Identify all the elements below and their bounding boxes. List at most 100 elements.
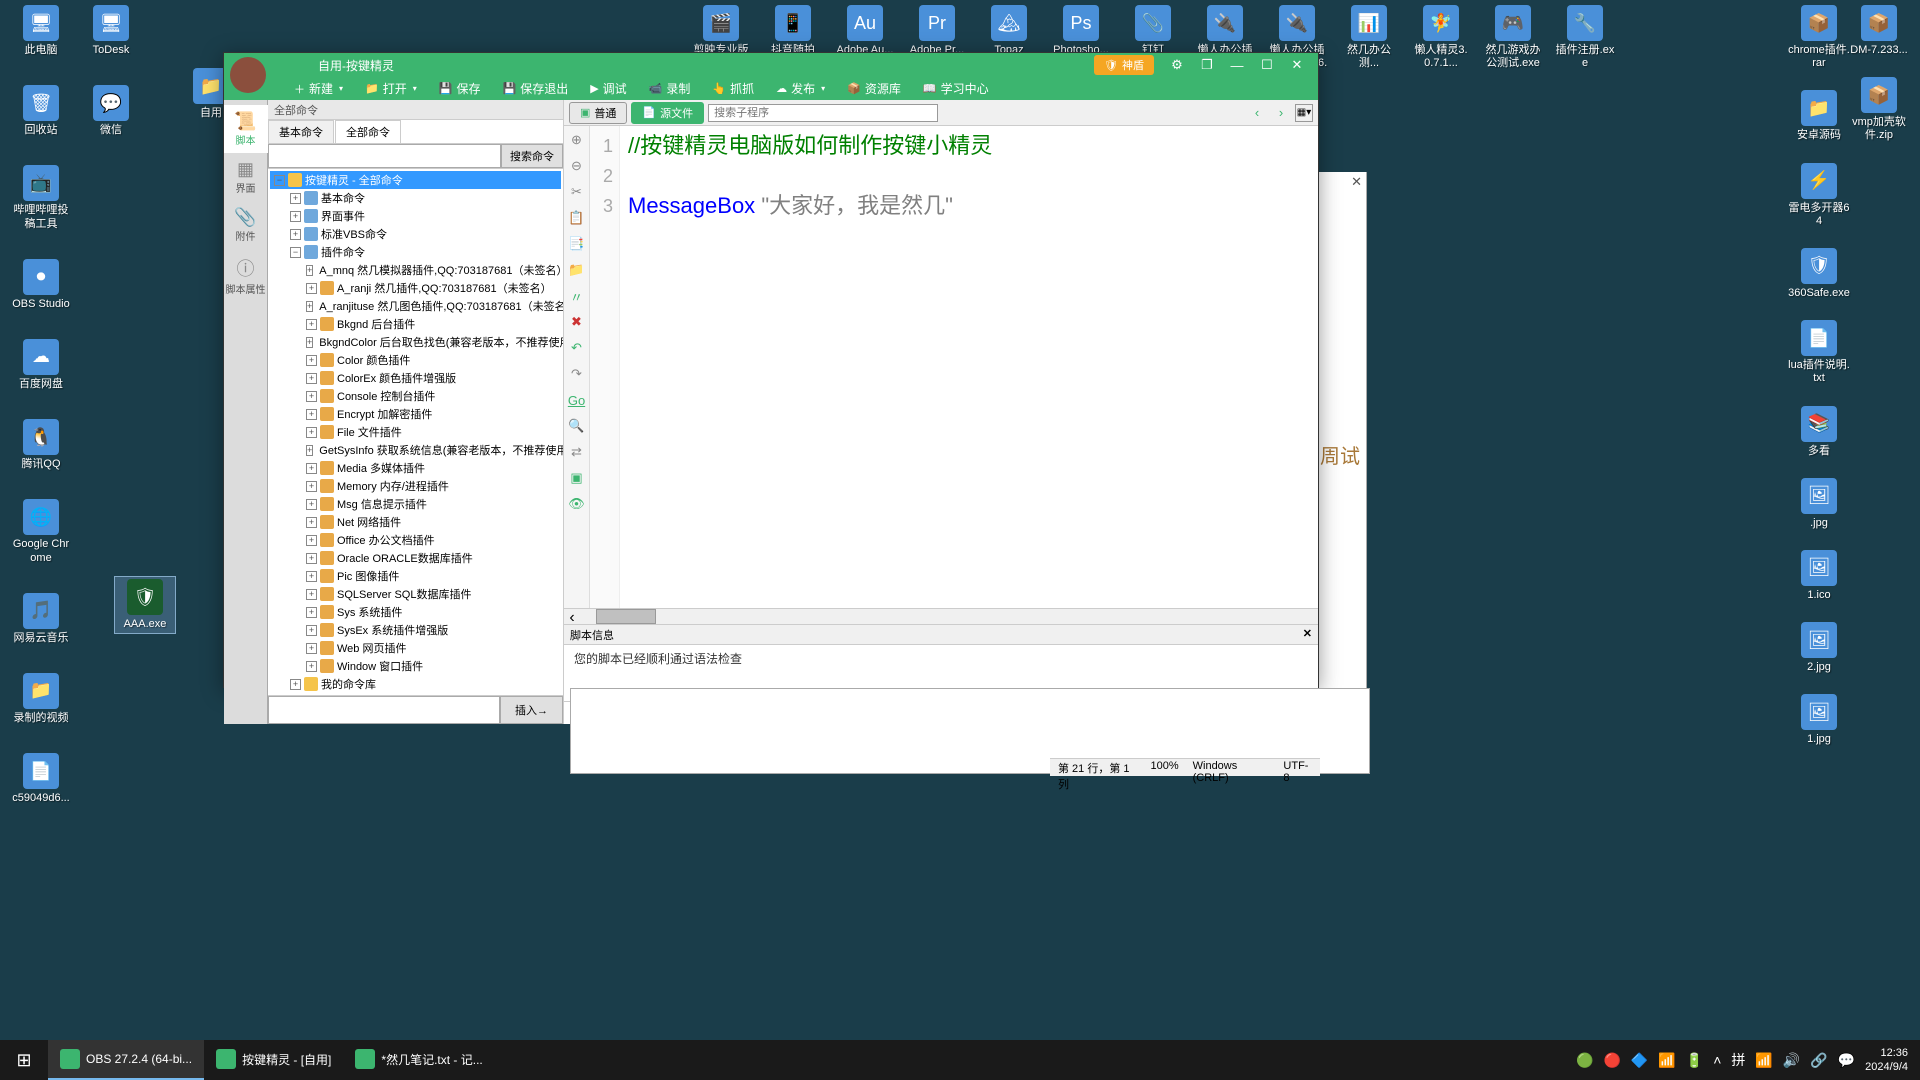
redo-icon[interactable]: ↷ <box>568 365 586 383</box>
tree-plugin[interactable]: +SQLServer SQL数据库插件 <box>270 585 561 603</box>
desktop-icon[interactable]: 📄c59049d6... <box>10 753 72 805</box>
learn-button[interactable]: 📖学习中心 <box>913 77 999 100</box>
expand-icon[interactable]: + <box>306 283 317 294</box>
close-icon[interactable]: ✕ <box>1351 174 1362 190</box>
taskbar-item[interactable]: *然几笔记.txt - 记... <box>343 1040 494 1080</box>
tool-icon[interactable]: 〃 <box>568 287 586 305</box>
expand-icon[interactable]: + <box>306 571 317 582</box>
tree-plugin-root[interactable]: − 插件命令 <box>270 243 561 261</box>
tree-plugin[interactable]: +A_ranjituse 然几图色插件,QQ:703187681（未签名） <box>270 297 561 315</box>
desktop-icon[interactable]: 🌐Google Chrome <box>10 499 72 564</box>
expand-icon[interactable]: + <box>306 427 317 438</box>
tree-plugin[interactable]: +Color 颜色插件 <box>270 351 561 369</box>
tree-plugin[interactable]: +Msg 信息提示插件 <box>270 495 561 513</box>
tree-mylib[interactable]: + 我的命令库 <box>270 675 561 693</box>
tray-icon[interactable]: 🔷 <box>1631 1052 1648 1069</box>
tool-icon[interactable]: ⊕ <box>568 131 586 149</box>
save-button[interactable]: 💾保存 <box>429 77 491 100</box>
tree-plugin[interactable]: +A_mnq 然几模拟器插件,QQ:703187681（未签名） <box>270 261 561 279</box>
expand-icon[interactable]: + <box>306 589 317 600</box>
tree-plugin[interactable]: +Net 网络插件 <box>270 513 561 531</box>
tree-plugin[interactable]: +Office 办公文档插件 <box>270 531 561 549</box>
desktop-icon[interactable]: 💬微信 <box>80 85 142 137</box>
tool-icon[interactable]: 📁 <box>568 261 586 279</box>
desktop-icon[interactable]: ☁百度网盘 <box>10 339 72 391</box>
tool-icon[interactable]: ✂ <box>568 183 586 201</box>
tree-plugin[interactable]: +Oracle ORACLE数据库插件 <box>270 549 561 567</box>
close-icon[interactable]: ✕ <box>1282 55 1312 75</box>
tree-category[interactable]: +标准VBS命令 <box>270 225 561 243</box>
open-button[interactable]: 📁打开▾ <box>355 77 427 100</box>
save-exit-button[interactable]: 💾保存退出 <box>492 77 578 100</box>
desktop-icon[interactable]: 🐧腾讯QQ <box>10 419 72 471</box>
notify-icon[interactable]: 💬 <box>1838 1052 1855 1069</box>
sidebar-item-script[interactable]: 📜脚本 <box>224 105 268 153</box>
desktop-icon[interactable]: 🖼1.jpg <box>1788 694 1850 746</box>
expand-icon[interactable]: + <box>306 337 313 348</box>
shield-badge[interactable]: 🛡 神盾 <box>1094 55 1154 75</box>
tree-plugin[interactable]: +Bkgnd 后台插件 <box>270 315 561 333</box>
expand-icon[interactable]: + <box>306 499 317 510</box>
desktop-icon[interactable]: 🧚懒人精灵3.0.7.1... <box>1410 5 1472 84</box>
collapse-icon[interactable]: − <box>274 175 285 186</box>
maximize-icon[interactable]: ☐ <box>1252 55 1282 75</box>
expand-icon[interactable]: + <box>306 301 313 312</box>
sync-icon[interactable]: 🔗 <box>1810 1052 1827 1069</box>
expand-icon[interactable]: + <box>306 373 317 384</box>
tree-plugin[interactable]: +GetSysInfo 获取系统信息(兼容老版本，不推荐使用) <box>270 441 561 459</box>
tool-icon[interactable]: ⊖ <box>568 157 586 175</box>
tree-plugin[interactable]: +File 文件插件 <box>270 423 561 441</box>
expand-icon[interactable]: + <box>306 463 317 474</box>
layout-icon[interactable]: ▦▾ <box>1295 104 1313 122</box>
taskbar-item[interactable]: 按键精灵 - [自用] <box>204 1040 343 1080</box>
desktop-icon-aaa[interactable]: 🛡 AAA.exe <box>114 576 176 634</box>
expand-icon[interactable]: + <box>290 679 301 690</box>
start-button[interactable]: ⊞ <box>0 1040 48 1080</box>
expand-icon[interactable]: + <box>306 445 313 456</box>
taskbar-item[interactable]: OBS 27.2.4 (64-bi... <box>48 1040 204 1080</box>
sidebar-item-ui[interactable]: ▦界面 <box>224 153 268 201</box>
expand-icon[interactable]: + <box>290 193 301 204</box>
expand-icon[interactable]: + <box>306 481 317 492</box>
close-icon[interactable]: ✕ <box>1303 627 1312 642</box>
command-tree[interactable]: − 按键精灵 - 全部命令 +基本命令+界面事件+标准VBS命令 − 插件命令 … <box>268 169 563 695</box>
expand-icon[interactable]: + <box>306 355 317 366</box>
nav-next-icon[interactable]: › <box>1271 105 1291 120</box>
expand-icon[interactable]: + <box>306 265 313 276</box>
expand-icon[interactable]: + <box>306 553 317 564</box>
record-button[interactable]: 📹录制 <box>639 77 701 100</box>
sidebar-item-attach[interactable]: 📎附件 <box>224 201 268 249</box>
expand-icon[interactable]: + <box>306 643 317 654</box>
cmd-search-input[interactable] <box>268 144 501 168</box>
expand-icon[interactable]: + <box>306 661 317 672</box>
tree-root[interactable]: − 按键精灵 - 全部命令 <box>270 171 561 189</box>
expand-icon[interactable]: + <box>306 391 317 402</box>
nav-prev-icon[interactable]: ‹ <box>1247 105 1267 120</box>
desktop-icon[interactable]: 📦DM-7.233... <box>1848 5 1910 57</box>
ime-icon[interactable]: 拼 <box>1731 1050 1745 1070</box>
eye-icon[interactable]: 👁 <box>568 495 586 513</box>
tree-plugin[interactable]: +Memory 内存/进程插件 <box>270 477 561 495</box>
tree-category[interactable]: +界面事件 <box>270 207 561 225</box>
tool-icon[interactable]: 📑 <box>568 235 586 253</box>
tool-icon[interactable]: ⇄ <box>568 443 586 461</box>
tree-plugin[interactable]: +Encrypt 加解密插件 <box>270 405 561 423</box>
tray-icon[interactable]: 📶 <box>1658 1052 1675 1069</box>
desktop-icon[interactable]: 📁安卓源码 <box>1788 90 1850 142</box>
go-icon[interactable]: Go <box>568 391 586 409</box>
desktop-icon[interactable]: ⚡雷电多开器64 <box>1788 163 1850 228</box>
subroutine-search[interactable] <box>708 104 938 122</box>
tool-icon[interactable]: ▣ <box>568 469 586 487</box>
tree-plugin[interactable]: +Sys 系统插件 <box>270 603 561 621</box>
wifi-icon[interactable]: 📶 <box>1755 1052 1772 1069</box>
desktop-icon[interactable]: 📁录制的视频 <box>10 673 72 725</box>
expand-icon[interactable]: + <box>306 319 317 330</box>
view-normal-button[interactable]: ▣普通 <box>569 102 627 124</box>
insert-button[interactable]: 插入→ <box>500 696 563 724</box>
restore-down-icon[interactable]: ❐ <box>1192 55 1222 75</box>
desktop-icon[interactable]: 📺哔哩哔哩投稿工具 <box>10 165 72 230</box>
tray-icon[interactable]: 🟢 <box>1576 1052 1593 1069</box>
tray-icon[interactable]: 🔴 <box>1603 1052 1620 1069</box>
tree-plugin[interactable]: +Media 多媒体插件 <box>270 459 561 477</box>
expand-icon[interactable]: + <box>306 535 317 546</box>
